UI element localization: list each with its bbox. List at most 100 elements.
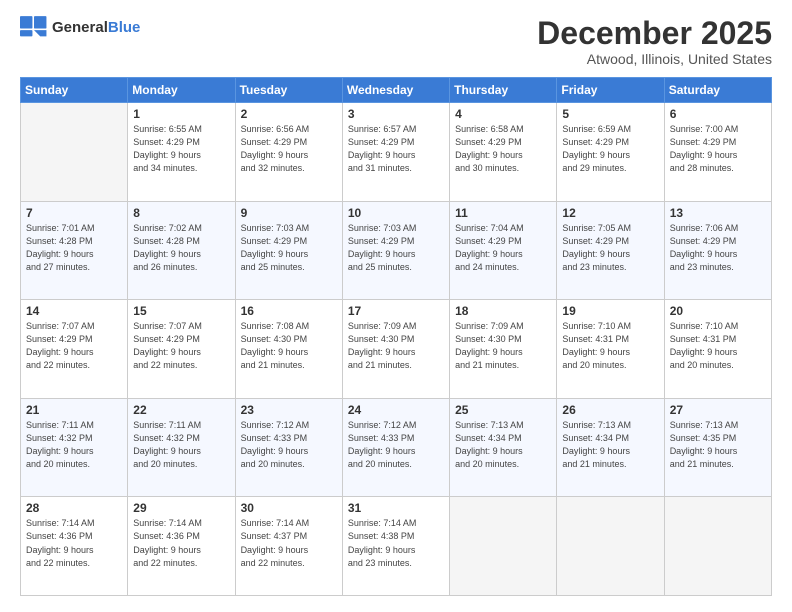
day-detail-line: Sunrise: 7:01 AM — [26, 222, 122, 235]
calendar-day-cell: 31Sunrise: 7:14 AMSunset: 4:38 PMDayligh… — [342, 497, 449, 596]
calendar-day-cell: 18Sunrise: 7:09 AMSunset: 4:30 PMDayligh… — [450, 300, 557, 399]
day-detail-line: Sunrise: 7:12 AM — [348, 419, 444, 432]
day-detail-line: Sunrise: 6:57 AM — [348, 123, 444, 136]
day-detail-line: Sunset: 4:34 PM — [562, 432, 658, 445]
day-detail-line: Daylight: 9 hours — [348, 248, 444, 261]
calendar-day-cell: 28 Sunrise: 7:14 AMSunset: 4:36 PMDayligh… — [21, 497, 128, 596]
calendar-day-cell: 7 Sunrise: 7:01 AMSunset: 4:28 PMDaylight… — [21, 201, 128, 300]
day-detail-line: and 21 minutes. — [670, 458, 766, 471]
day-detail-line: Sunrise: 7:14 AM — [348, 517, 444, 530]
day-of-week-header: Saturday — [664, 78, 771, 103]
day-info: Sunrise: 6:58 AMSunset: 4:29 PMDaylight:… — [455, 123, 551, 175]
calendar-subtitle: Atwood, Illinois, United States — [537, 51, 772, 67]
day-detail-line: Sunset: 4:29 PM — [562, 235, 658, 248]
day-detail-line: Sunset: 4:37 PM — [241, 530, 337, 543]
calendar-day-cell: 9Sunrise: 7:03 AMSunset: 4:29 PMDaylight… — [235, 201, 342, 300]
day-detail-line: Daylight: 9 hours — [348, 149, 444, 162]
day-detail-line: Daylight: 9 hours — [562, 149, 658, 162]
calendar-week-row: 21Sunrise: 7:11 AMSunset: 4:32 PMDayligh… — [21, 398, 772, 497]
day-detail-line: and 23 minutes. — [562, 261, 658, 274]
day-detail-line: Daylight: 9 hours — [348, 445, 444, 458]
day-number: 25 — [455, 403, 551, 417]
day-info: Sunrise: 7:08 AMSunset: 4:30 PMDaylight:… — [241, 320, 337, 372]
calendar-day-cell: 21Sunrise: 7:11 AMSunset: 4:32 PMDayligh… — [21, 398, 128, 497]
calendar-day-cell: 24 Sunrise: 7:12 AMSunset: 4:33 PMDayligh… — [342, 398, 449, 497]
day-detail-line: and 25 minutes. — [348, 261, 444, 274]
day-detail-line: and 25 minutes. — [241, 261, 337, 274]
day-number: 28 — [26, 501, 122, 515]
day-detail-line: and 30 minutes. — [455, 162, 551, 175]
calendar-week-row: 1 Sunrise: 6:55 AMSunset: 4:29 PMDaylight… — [21, 103, 772, 202]
logo-text: GeneralBlue — [52, 19, 140, 36]
day-number: 5 — [562, 107, 658, 121]
day-detail-line: Daylight: 9 hours — [562, 248, 658, 261]
day-detail-line: and 32 minutes. — [241, 162, 337, 175]
day-detail-line: and 21 minutes. — [241, 359, 337, 372]
calendar-day-cell: 23Sunrise: 7:12 AMSunset: 4:33 PMDayligh… — [235, 398, 342, 497]
day-of-week-header: Friday — [557, 78, 664, 103]
day-detail-line: Sunset: 4:30 PM — [455, 333, 551, 346]
day-info: Sunrise: 6:56 AMSunset: 4:29 PMDaylight:… — [241, 123, 337, 175]
day-info: Sunrise: 7:11 AMSunset: 4:32 PMDaylight:… — [26, 419, 122, 471]
calendar-day-cell: 10Sunrise: 7:03 AMSunset: 4:29 PMDayligh… — [342, 201, 449, 300]
day-detail-line: Sunrise: 7:03 AM — [348, 222, 444, 235]
day-detail-line: Sunset: 4:29 PM — [241, 136, 337, 149]
day-detail-line: Sunset: 4:33 PM — [348, 432, 444, 445]
day-info: Sunrise: 7:10 AMSunset: 4:31 PMDaylight:… — [562, 320, 658, 372]
logo-blue: Blue — [108, 19, 141, 36]
calendar-day-cell — [450, 497, 557, 596]
calendar-day-cell: 30Sunrise: 7:14 AMSunset: 4:37 PMDayligh… — [235, 497, 342, 596]
day-detail-line: and 22 minutes. — [133, 557, 229, 570]
logo: GeneralBlue — [20, 16, 140, 38]
calendar-day-cell: 26Sunrise: 7:13 AMSunset: 4:34 PMDayligh… — [557, 398, 664, 497]
day-detail-line: Daylight: 9 hours — [26, 445, 122, 458]
day-info: Sunrise: 7:06 AMSunset: 4:29 PMDaylight:… — [670, 222, 766, 274]
calendar-day-cell: 5Sunrise: 6:59 AMSunset: 4:29 PMDaylight… — [557, 103, 664, 202]
day-detail-line: and 29 minutes. — [562, 162, 658, 175]
day-detail-line: Sunset: 4:38 PM — [348, 530, 444, 543]
day-info: Sunrise: 6:55 AMSunset: 4:29 PMDaylight:… — [133, 123, 229, 175]
day-detail-line: Sunset: 4:29 PM — [26, 333, 122, 346]
day-detail-line: and 21 minutes. — [455, 359, 551, 372]
day-number: 15 — [133, 304, 229, 318]
day-detail-line: Sunrise: 7:14 AM — [26, 517, 122, 530]
day-number: 17 — [348, 304, 444, 318]
calendar-day-cell: 25Sunrise: 7:13 AMSunset: 4:34 PMDayligh… — [450, 398, 557, 497]
day-detail-line: and 20 minutes. — [455, 458, 551, 471]
day-number: 1 — [133, 107, 229, 121]
day-detail-line: and 26 minutes. — [133, 261, 229, 274]
day-detail-line: Sunset: 4:29 PM — [348, 136, 444, 149]
day-detail-line: Sunset: 4:33 PM — [241, 432, 337, 445]
day-of-week-header: Sunday — [21, 78, 128, 103]
day-info: Sunrise: 7:14 AMSunset: 4:36 PMDaylight:… — [26, 517, 122, 569]
day-number: 24 — [348, 403, 444, 417]
calendar-day-cell: 2 Sunrise: 6:56 AMSunset: 4:29 PMDaylight… — [235, 103, 342, 202]
calendar-header-row: SundayMondayTuesdayWednesdayThursdayFrid… — [21, 78, 772, 103]
day-number: 2 — [241, 107, 337, 121]
day-detail-line: Sunset: 4:31 PM — [670, 333, 766, 346]
day-info: Sunrise: 7:03 AMSunset: 4:29 PMDaylight:… — [348, 222, 444, 274]
day-detail-line: Sunrise: 6:58 AM — [455, 123, 551, 136]
day-detail-line: and 20 minutes. — [26, 458, 122, 471]
day-info: Sunrise: 7:05 AMSunset: 4:29 PMDaylight:… — [562, 222, 658, 274]
day-number: 7 — [26, 206, 122, 220]
day-info: Sunrise: 7:13 AMSunset: 4:35 PMDaylight:… — [670, 419, 766, 471]
day-detail-line: Sunset: 4:29 PM — [455, 235, 551, 248]
day-detail-line: Sunset: 4:36 PM — [26, 530, 122, 543]
day-detail-line: Sunset: 4:29 PM — [348, 235, 444, 248]
day-detail-line: Daylight: 9 hours — [455, 149, 551, 162]
calendar-day-cell: 17Sunrise: 7:09 AMSunset: 4:30 PMDayligh… — [342, 300, 449, 399]
day-detail-line: Daylight: 9 hours — [348, 346, 444, 359]
day-detail-line: Sunset: 4:28 PM — [133, 235, 229, 248]
day-info: Sunrise: 7:01 AMSunset: 4:28 PMDaylight:… — [26, 222, 122, 274]
day-detail-line: and 20 minutes. — [133, 458, 229, 471]
calendar-day-cell: 15Sunrise: 7:07 AMSunset: 4:29 PMDayligh… — [128, 300, 235, 399]
day-detail-line: Daylight: 9 hours — [670, 149, 766, 162]
day-detail-line: Sunrise: 7:10 AM — [670, 320, 766, 333]
calendar-day-cell: 20Sunrise: 7:10 AMSunset: 4:31 PMDayligh… — [664, 300, 771, 399]
day-detail-line: Sunrise: 7:11 AM — [133, 419, 229, 432]
day-detail-line: Daylight: 9 hours — [241, 149, 337, 162]
day-detail-line: Sunrise: 6:59 AM — [562, 123, 658, 136]
day-detail-line: Daylight: 9 hours — [26, 248, 122, 261]
day-detail-line: and 21 minutes. — [348, 359, 444, 372]
